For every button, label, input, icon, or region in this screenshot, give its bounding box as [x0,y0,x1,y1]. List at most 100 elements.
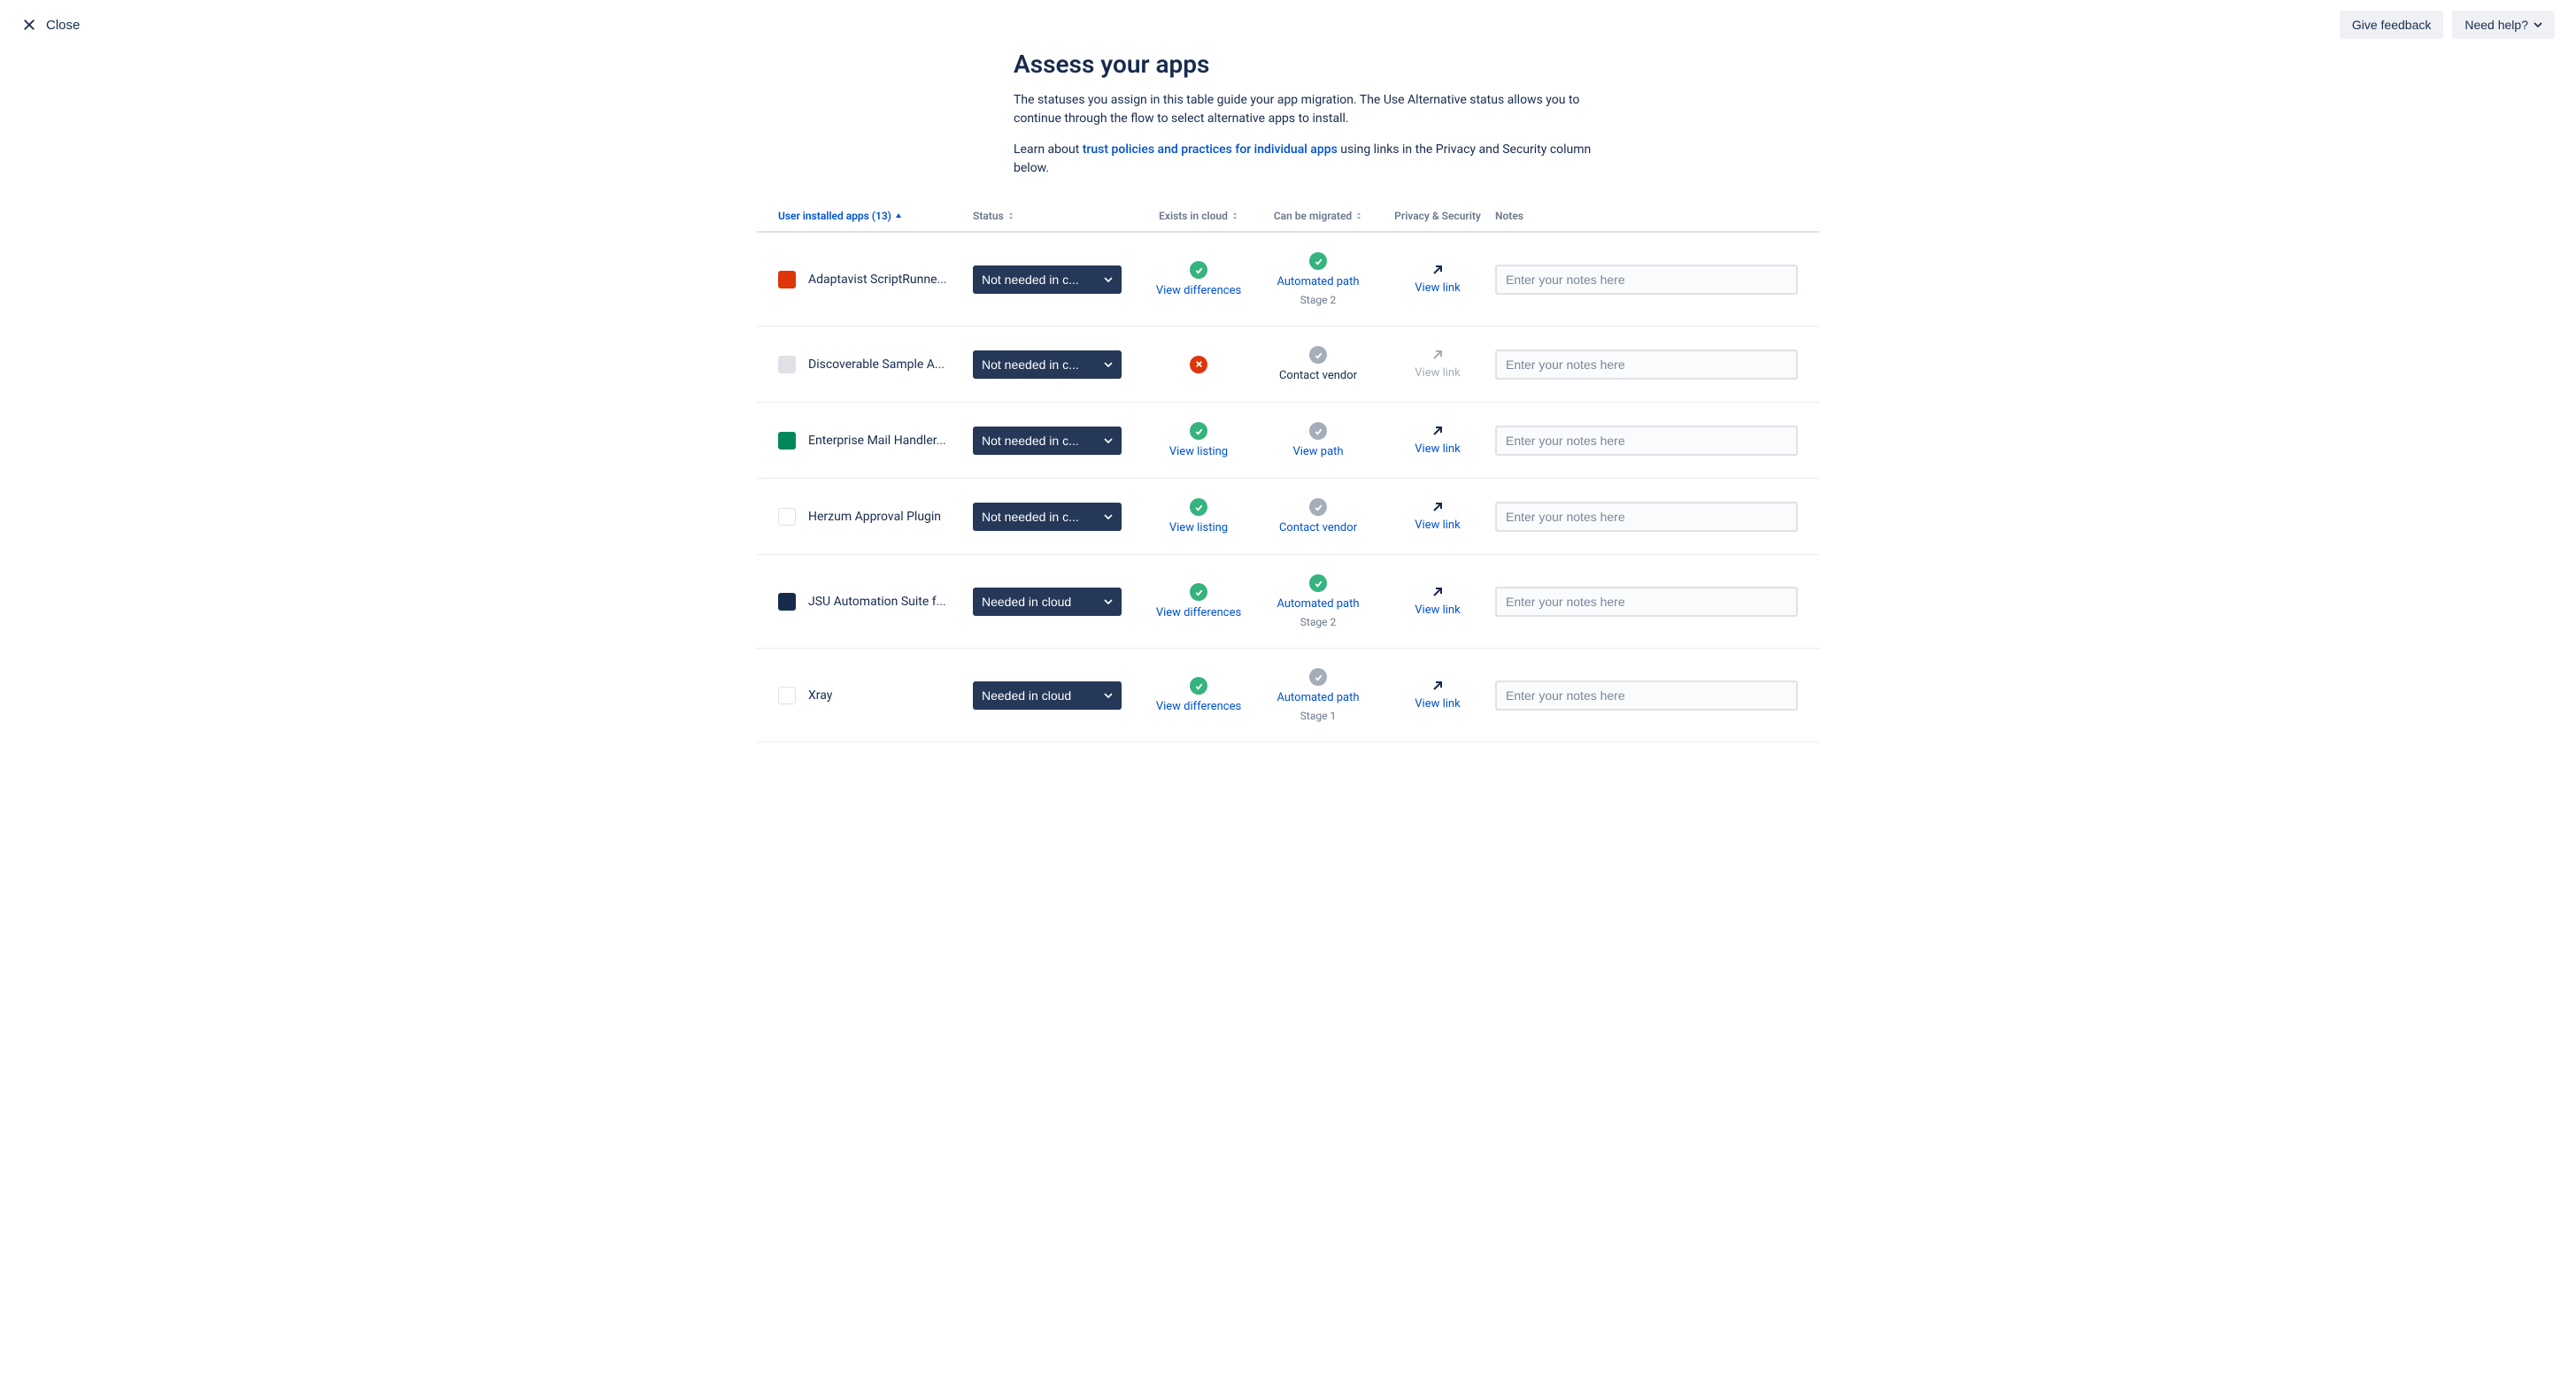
migrated-stage: Stage 2 [1300,294,1336,306]
app-icon [778,271,796,288]
notes-input[interactable] [1495,680,1798,711]
migrated-badge [1309,252,1327,270]
status-cell: Not needed in c... [973,350,1141,379]
migrated-badge [1309,574,1327,592]
status-dropdown[interactable]: Not needed in c... [973,503,1122,531]
migrated-link[interactable]: Automated path [1276,597,1359,611]
exists-badge [1190,422,1207,440]
status-dropdown[interactable]: Not needed in c... [973,350,1122,379]
migrated-link[interactable]: View path [1292,445,1343,458]
learn-paragraph: Learn about trust policies and practices… [1014,141,1598,178]
column-header-status[interactable]: Status [973,210,1141,222]
notes-input[interactable] [1495,426,1798,456]
col-apps-label: User installed apps (13) [778,210,891,222]
notes-input[interactable] [1495,350,1798,380]
privacy-link[interactable]: View link [1415,442,1460,456]
app-name: Adaptavist ScriptRunne... [808,273,947,287]
status-dropdown[interactable]: Needed in cloud [973,588,1122,616]
exists-link[interactable]: View listing [1169,521,1228,534]
app-cell: Xray [778,687,973,704]
table-row: Adaptavist ScriptRunne... Not needed in c… [757,233,1819,327]
status-dropdown[interactable]: Not needed in c... [973,265,1122,294]
need-help-button[interactable]: Need help? [2452,11,2555,39]
exists-badge [1190,677,1207,695]
exists-link[interactable]: View differences [1156,606,1241,619]
exists-cell: View listing [1141,422,1256,458]
column-header-notes: Notes [1495,210,1798,222]
notes-cell [1495,265,1798,295]
notes-input[interactable] [1495,587,1798,617]
privacy-link[interactable]: View link [1415,697,1460,711]
status-dropdown[interactable]: Not needed in c... [973,427,1122,455]
page-description: The statuses you assign in this table gu… [1014,91,1598,128]
exists-link[interactable]: View listing [1169,445,1228,458]
external-link-icon [1431,586,1444,598]
privacy-link[interactable]: View link [1415,519,1460,532]
status-value: Not needed in c... [982,510,1079,524]
col-privacy-label: Privacy & Security [1394,210,1481,222]
exists-cell: View differences [1141,583,1256,619]
app-name: Herzum Approval Plugin [808,510,941,524]
status-cell: Not needed in c... [973,427,1141,455]
column-header-exists[interactable]: Exists in cloud [1141,210,1256,222]
migrated-badge [1309,668,1327,686]
page-title: Assess your apps [1014,50,1598,79]
privacy-cell: View link [1380,680,1495,711]
privacy-link[interactable]: View link [1415,281,1460,295]
notes-input[interactable] [1495,502,1798,532]
migrated-stage: Stage 1 [1300,710,1336,722]
top-right-actions: Give feedback Need help? [2340,11,2555,39]
sort-asc-icon [895,212,902,219]
migrated-cell: Automated path Stage 1 [1256,668,1380,722]
exists-cell [1141,356,1256,373]
table-row: JSU Automation Suite f...Needed in cloud… [757,555,1819,649]
privacy-cell: View link [1380,349,1495,380]
notes-cell [1495,502,1798,532]
app-name: Xray [808,688,832,703]
status-dropdown[interactable]: Needed in cloud [973,681,1122,710]
privacy-link[interactable]: View link [1415,604,1460,617]
app-cell: Adaptavist ScriptRunne... [778,271,973,288]
notes-cell [1495,587,1798,617]
migrated-stage: Stage 2 [1300,616,1336,628]
column-header-migrated[interactable]: Can be migrated [1256,210,1380,222]
chevron-down-icon [1104,597,1113,606]
col-exists-label: Exists in cloud [1159,210,1228,222]
status-cell: Not needed in c... [973,503,1141,531]
migrated-badge [1309,346,1327,364]
sort-icon [1355,212,1362,219]
column-header-apps[interactable]: User installed apps (13) [778,210,973,222]
privacy-cell: View link [1380,425,1495,456]
close-button[interactable]: Close [21,17,80,33]
app-icon [778,687,796,704]
table-row: Xray Needed in cloud View differences Autom… [757,649,1819,742]
chevron-down-icon [1104,436,1113,445]
migrated-cell: Contact vendor [1256,498,1380,534]
exists-link[interactable]: View differences [1156,700,1241,713]
app-cell: Enterprise Mail Handler... [778,432,973,450]
exists-badge [1190,583,1207,601]
help-label: Need help? [2464,18,2528,32]
table-row: Discoverable Sample A... Not needed in c.… [757,327,1819,403]
trust-policies-link[interactable]: trust policies and practices for individ… [1083,142,1338,157]
migrated-link[interactable]: Automated path [1276,275,1359,288]
migrated-cell: Contact vendor [1256,346,1380,382]
give-feedback-button[interactable]: Give feedback [2340,11,2444,39]
col-migrated-label: Can be migrated [1274,210,1352,222]
app-name: Discoverable Sample A... [808,358,945,372]
status-cell: Not needed in c... [973,265,1141,294]
status-cell: Needed in cloud [973,588,1141,616]
col-status-label: Status [973,210,1004,222]
app-icon [778,593,796,611]
feedback-label: Give feedback [2352,18,2432,32]
notes-input[interactable] [1495,265,1798,295]
col-notes-label: Notes [1495,210,1523,222]
exists-cell: View listing [1141,498,1256,534]
table-row: Herzum Approval Plugin Not needed in c...… [757,479,1819,555]
chevron-down-icon [1104,512,1113,521]
migrated-link[interactable]: Automated path [1276,691,1359,704]
exists-link[interactable]: View differences [1156,284,1241,297]
migrated-badge [1309,498,1327,516]
status-value: Not needed in c... [982,273,1079,287]
migrated-link[interactable]: Contact vendor [1279,521,1357,534]
